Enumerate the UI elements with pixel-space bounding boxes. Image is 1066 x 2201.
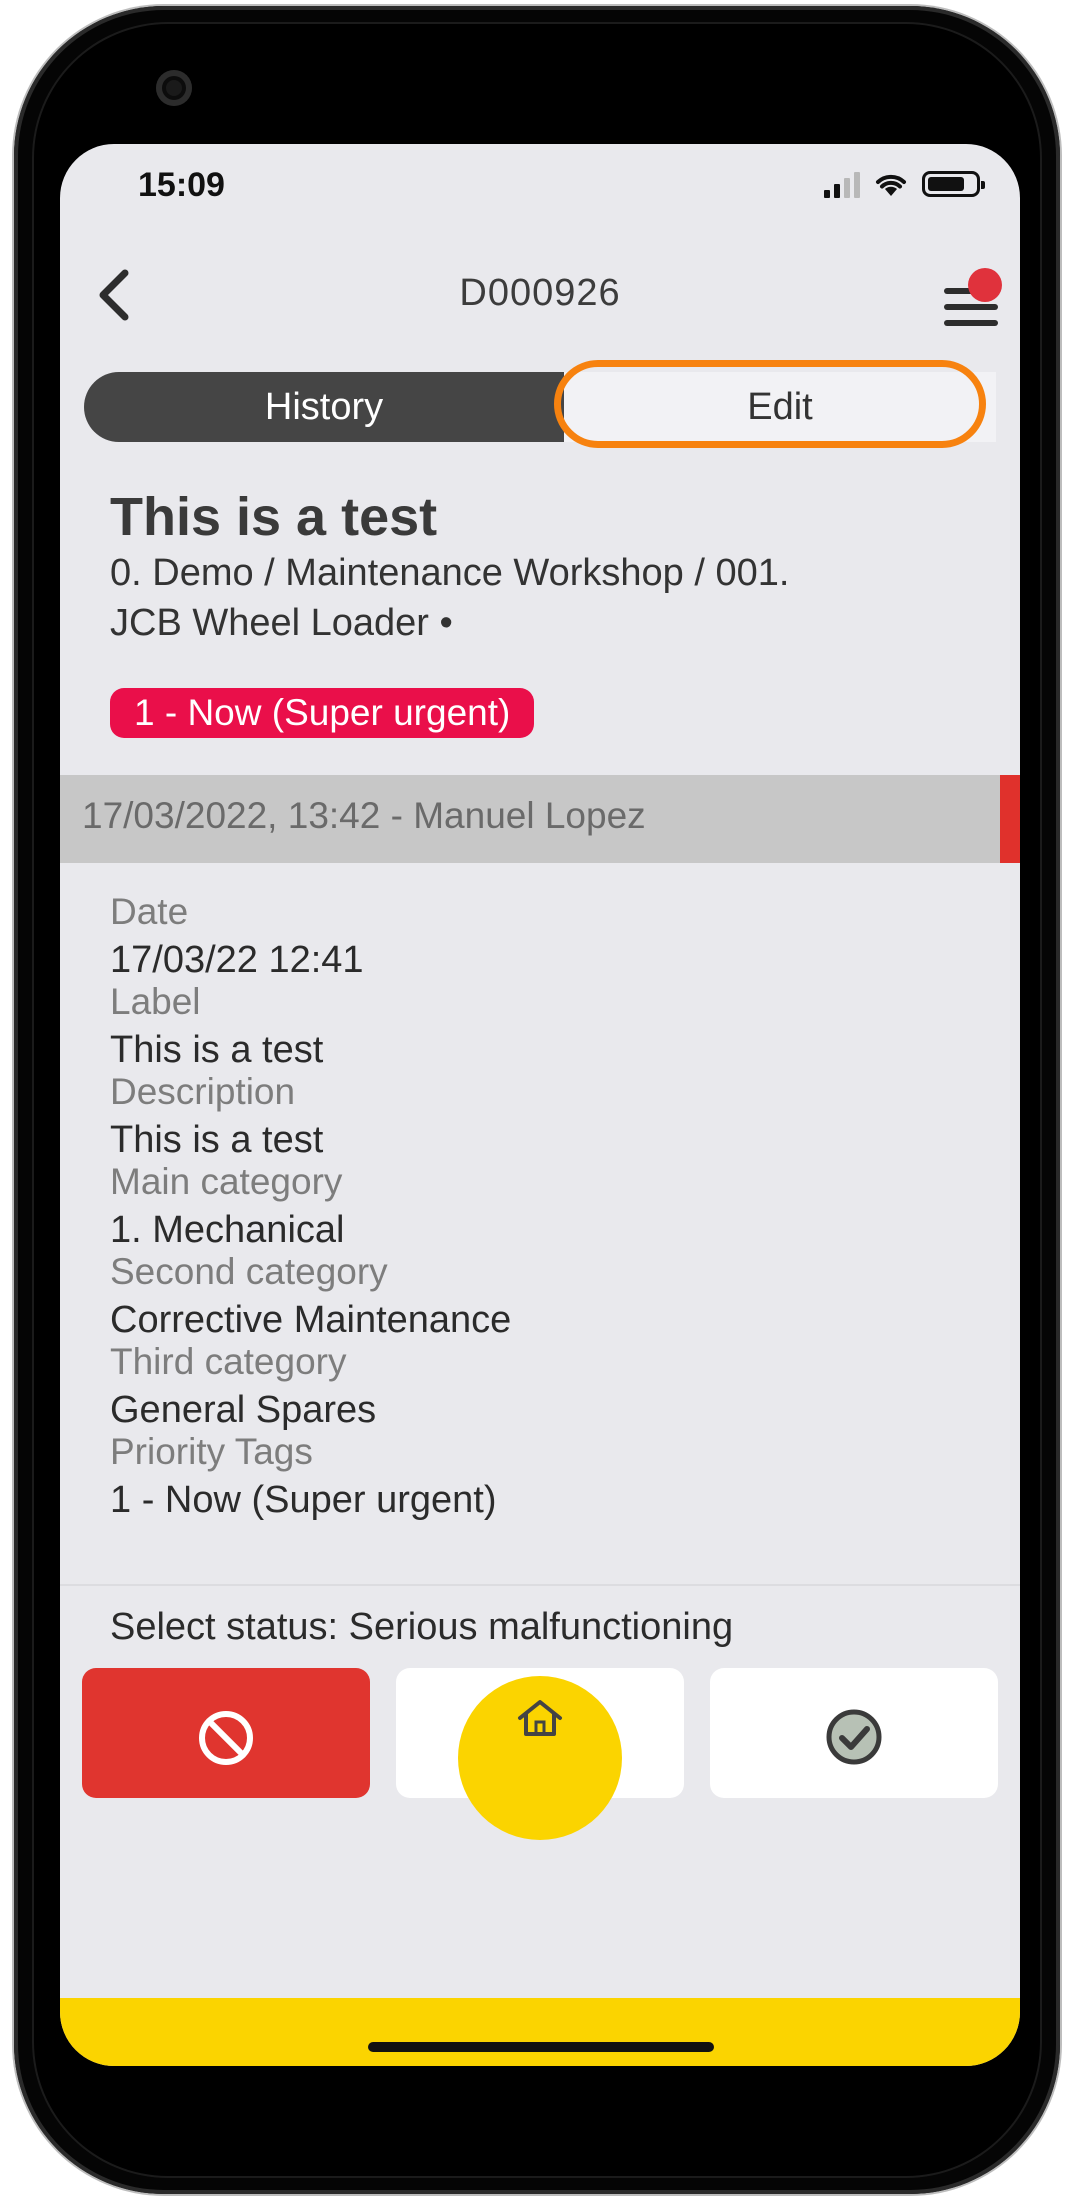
check-circle-icon xyxy=(826,1709,882,1765)
field-value: General Spares xyxy=(110,1389,377,1431)
field-value: 1 - Now (Super urgent) xyxy=(110,1479,497,1521)
field-date: Date 17/03/22 12:41 xyxy=(110,888,364,984)
menu-button[interactable] xyxy=(928,264,1008,334)
prohibited-icon xyxy=(199,1711,253,1765)
highlight-outline xyxy=(554,360,986,448)
record-location-path: 0. Demo / Maintenance Workshop / 001. JC… xyxy=(110,548,960,648)
record-title: This is a test xyxy=(110,487,438,547)
home-icon xyxy=(518,1700,562,1736)
field-label: Third category xyxy=(110,1341,347,1382)
field-label: Priority Tags xyxy=(110,1431,313,1472)
entry-header[interactable]: 17/03/2022, 13:42 - Manuel Lopez xyxy=(60,775,1020,863)
app-screen: 15:09 D000926 History Edit This is a tes… xyxy=(60,144,1020,2066)
field-priority-tags: Priority Tags 1 - Now (Super urgent) xyxy=(110,1428,497,1524)
battery-icon xyxy=(922,171,985,197)
section-divider xyxy=(60,1584,1020,1586)
field-label-text: Label This is a test xyxy=(110,978,323,1074)
field-description: Description This is a test xyxy=(110,1068,323,1164)
entry-accent-bar xyxy=(1000,775,1020,863)
status-ok-button[interactable] xyxy=(710,1668,998,1798)
front-camera xyxy=(156,70,192,106)
field-value: 1. Mechanical xyxy=(110,1209,345,1251)
status-icons xyxy=(824,170,985,198)
field-label: Second category xyxy=(110,1251,388,1292)
select-status-text: Select status: Serious malfunctioning xyxy=(110,1606,734,1648)
field-value: 17/03/22 12:41 xyxy=(110,939,364,981)
field-label: Main category xyxy=(110,1161,343,1202)
status-reject-button[interactable] xyxy=(82,1668,370,1798)
tab-history[interactable]: History xyxy=(84,372,564,442)
page-title: D000926 xyxy=(459,272,621,314)
field-value: Corrective Maintenance xyxy=(110,1299,512,1341)
field-second-category: Second category Corrective Maintenance xyxy=(110,1248,511,1344)
notification-dot xyxy=(968,268,1002,302)
home-button[interactable] xyxy=(458,1676,622,1840)
path-line: JCB Wheel Loader • xyxy=(110,602,453,644)
view-tabs: History Edit xyxy=(84,360,996,448)
cellular-signal-icon xyxy=(824,170,860,198)
status-time: 15:09 xyxy=(138,166,225,204)
field-main-category: Main category 1. Mechanical xyxy=(110,1158,344,1254)
field-label: Label xyxy=(110,981,201,1022)
tab-edit[interactable]: Edit xyxy=(554,360,996,448)
field-value: This is a test xyxy=(110,1119,324,1161)
priority-badge: 1 - Now (Super urgent) xyxy=(110,688,535,738)
path-line: 0. Demo / Maintenance Workshop / 001. xyxy=(110,552,790,594)
field-label: Description xyxy=(110,1071,296,1112)
field-value: This is a test xyxy=(110,1029,324,1071)
wifi-icon xyxy=(876,174,906,196)
field-third-category: Third category General Spares xyxy=(110,1338,376,1434)
bottom-navigation-bar xyxy=(60,1998,1020,2066)
entry-header-text: 17/03/2022, 13:42 - Manuel Lopez xyxy=(82,795,646,836)
field-label: Date xyxy=(110,891,189,932)
home-indicator[interactable] xyxy=(368,2042,714,2052)
